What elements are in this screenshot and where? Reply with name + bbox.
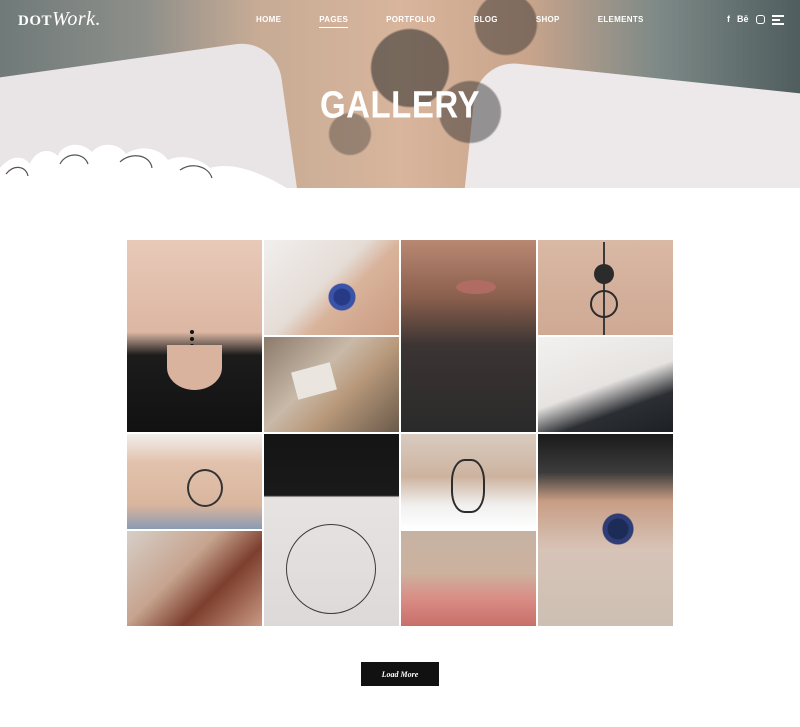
social-links: f Bē bbox=[727, 14, 772, 24]
nav-item-portfolio[interactable]: PORTFOLIO bbox=[386, 15, 435, 28]
gallery-item[interactable] bbox=[264, 240, 399, 335]
behance-icon[interactable]: Bē bbox=[737, 14, 749, 24]
image-icon bbox=[603, 242, 605, 335]
site-logo[interactable]: DOTWork. bbox=[18, 8, 101, 31]
gallery-item[interactable] bbox=[264, 434, 399, 626]
load-more-button[interactable]: Load More bbox=[361, 662, 439, 686]
gallery-item[interactable] bbox=[401, 240, 536, 432]
gallery-item[interactable] bbox=[538, 337, 673, 432]
hero-banner: DOTWork. HOME PAGES PORTFOLIO BLOG SHOP … bbox=[0, 0, 800, 188]
gallery-item[interactable] bbox=[538, 240, 673, 335]
gallery-item[interactable] bbox=[264, 337, 399, 432]
gallery-item[interactable] bbox=[401, 434, 536, 529]
nav-item-pages[interactable]: PAGES bbox=[319, 15, 349, 28]
facebook-icon[interactable]: f bbox=[727, 14, 730, 24]
hamburger-menu-icon[interactable] bbox=[772, 15, 784, 27]
image-icon bbox=[594, 264, 614, 284]
image-icon bbox=[590, 290, 618, 318]
wave-ornament-icon bbox=[0, 144, 287, 188]
gallery-item[interactable] bbox=[127, 240, 262, 432]
gallery-item[interactable] bbox=[127, 531, 262, 626]
logo-script-text: Work. bbox=[52, 8, 101, 30]
nav-item-elements[interactable]: ELEMENTS bbox=[598, 15, 644, 28]
instagram-icon[interactable] bbox=[755, 14, 765, 24]
gallery-item[interactable] bbox=[401, 531, 536, 626]
nav-item-shop[interactable]: SHOP bbox=[536, 15, 560, 28]
gallery-item[interactable] bbox=[127, 434, 262, 529]
gallery-grid bbox=[127, 240, 673, 626]
image-icon bbox=[190, 330, 194, 351]
logo-text: DOT bbox=[18, 13, 53, 29]
main-nav: HOME PAGES PORTFOLIO BLOG SHOP ELEMENTS bbox=[256, 15, 682, 28]
nav-item-home[interactable]: HOME bbox=[256, 15, 281, 28]
gallery-item[interactable] bbox=[538, 434, 673, 626]
nav-item-blog[interactable]: BLOG bbox=[474, 15, 498, 28]
page-title: GALLERY bbox=[320, 83, 480, 126]
